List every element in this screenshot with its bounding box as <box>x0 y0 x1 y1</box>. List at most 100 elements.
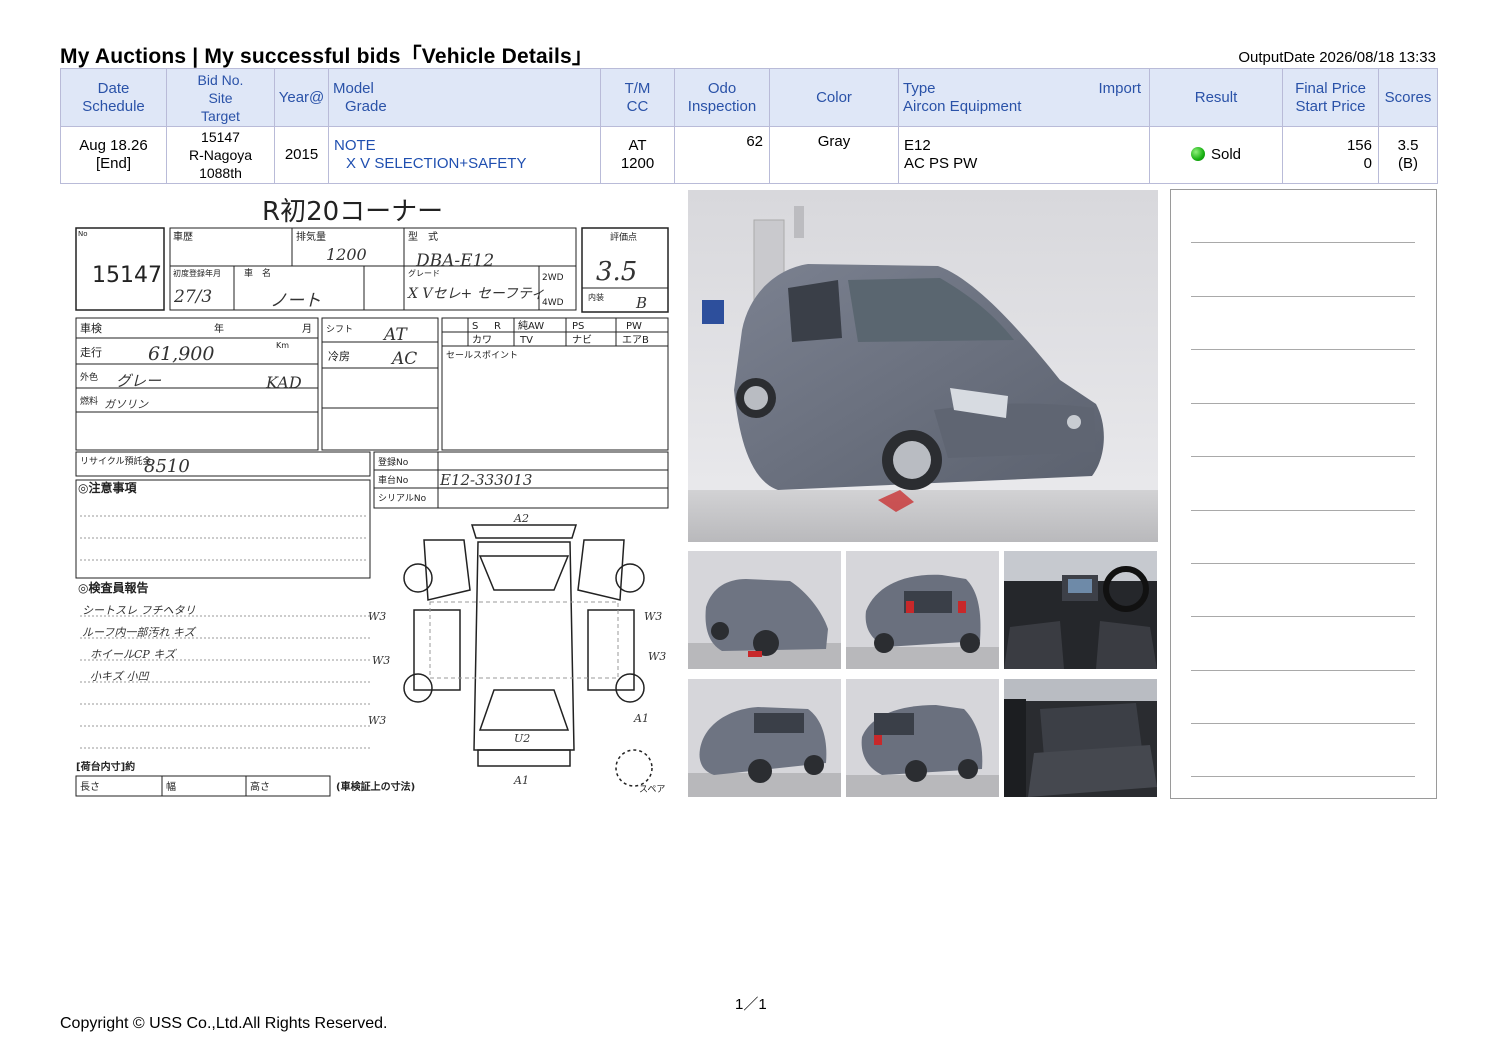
page-number: 1／1 <box>735 996 767 1013</box>
svg-text:シフト: シフト <box>326 325 353 335</box>
grade-link: X V SELECTION+SAFETY <box>346 155 527 172</box>
svg-text:◎注意事項: ◎注意事項 <box>78 480 137 495</box>
svg-text:TV: TV <box>519 335 533 346</box>
svg-text:車台No: 車台No <box>378 474 409 486</box>
vehicle-thumb-3[interactable] <box>1004 551 1157 669</box>
svg-text:X Vセレ+ セーフティ: X Vセレ+ セーフティ <box>407 286 545 302</box>
header-import: Import <box>1098 80 1141 97</box>
note-line <box>1191 670 1415 671</box>
auction-sheet-image[interactable]: R初20コーナー No 15147 車歴 排気量 型 式 評価点 初度登録年月 … <box>74 190 672 798</box>
svg-text:スペア: スペア <box>639 785 665 795</box>
header-odo[interactable]: Odo Inspection <box>674 68 770 127</box>
svg-text:排気量: 排気量 <box>296 230 326 243</box>
svg-text:AC: AC <box>390 349 417 369</box>
vehicle-thumb-2[interactable] <box>846 551 999 669</box>
model-link: NOTE <box>334 137 376 154</box>
note-line <box>1191 776 1415 777</box>
note-line <box>1191 616 1415 617</box>
svg-text:車 名: 車 名 <box>244 267 271 279</box>
svg-text:U2: U2 <box>514 732 530 745</box>
note-line <box>1191 296 1415 297</box>
vehicle-main-photo[interactable] <box>688 190 1158 542</box>
note-line <box>1191 563 1415 564</box>
svg-text:グレー: グレー <box>116 372 162 390</box>
svg-text:A1: A1 <box>633 712 649 725</box>
svg-text:ルーフ内一部汚れ キズ: ルーフ内一部汚れ キズ <box>82 626 197 639</box>
svg-text:A2: A2 <box>513 512 529 525</box>
header-result[interactable]: Result <box>1149 68 1283 127</box>
svg-text:W3: W3 <box>368 610 386 623</box>
cell-year: 2015 <box>274 126 329 184</box>
svg-text:2WD: 2WD <box>542 273 564 283</box>
svg-text:8510: 8510 <box>144 456 190 477</box>
svg-text:(車検証上の寸法): (車検証上の寸法) <box>336 780 415 793</box>
cell-tm: AT 1200 <box>600 126 675 184</box>
svg-text:PS: PS <box>572 321 584 332</box>
vehicle-thumb-6[interactable] <box>1004 679 1157 797</box>
svg-text:純AW: 純AW <box>518 319 544 332</box>
sold-status-icon <box>1190 147 1205 161</box>
svg-text:登録No: 登録No <box>378 456 409 468</box>
svg-text:月: 月 <box>302 323 312 335</box>
svg-text:PW: PW <box>626 321 642 332</box>
header-type[interactable]: Type Import Aircon Equipment <box>898 68 1150 127</box>
svg-text:車歴: 車歴 <box>173 230 193 243</box>
svg-text:W3: W3 <box>372 654 390 667</box>
header-bid[interactable]: Bid No. Site Target <box>166 68 275 127</box>
vehicle-thumb-5[interactable] <box>846 679 999 797</box>
svg-text:A1: A1 <box>513 774 529 787</box>
svg-text:ガソリン: ガソリン <box>104 398 149 411</box>
header-price[interactable]: Final Price Start Price <box>1282 68 1379 127</box>
svg-text:◎検査員報告: ◎検査員報告 <box>78 580 148 595</box>
svg-text:高さ: 高さ <box>250 780 270 793</box>
svg-text:[荷台内寸]約: [荷台内寸]約 <box>76 760 135 773</box>
svg-text:4WD: 4WD <box>542 298 564 308</box>
cell-bid: 15147 R-Nagoya 1088th <box>166 126 275 184</box>
svg-text:W3: W3 <box>644 610 662 623</box>
note-line <box>1191 510 1415 511</box>
svg-text:ホイールCP キズ: ホイールCP キズ <box>90 648 177 661</box>
notes-panel <box>1170 189 1437 799</box>
note-line <box>1191 723 1415 724</box>
header-scores[interactable]: Scores <box>1378 68 1438 127</box>
svg-text:KAD: KAD <box>265 373 302 392</box>
header-year[interactable]: Year@ <box>274 68 329 127</box>
svg-text:Km: Km <box>276 341 289 350</box>
svg-text:ナビ: ナビ <box>572 334 592 346</box>
svg-text:No: No <box>78 230 88 238</box>
svg-text:冷房: 冷房 <box>328 350 350 363</box>
note-line <box>1191 349 1415 350</box>
vehicle-summary-table: Date Schedule Bid No. Site Target Year@ Mod… <box>60 68 1438 184</box>
svg-text:DBA-E12: DBA-E12 <box>415 251 494 271</box>
note-line <box>1191 456 1415 457</box>
svg-text:内装: 内装 <box>588 292 604 302</box>
svg-text:車検: 車検 <box>80 321 102 335</box>
cell-type: E12 AC PS PW <box>898 126 1150 184</box>
svg-text:ノート: ノート <box>270 291 321 311</box>
svg-text:1200: 1200 <box>326 245 367 264</box>
cell-score: 3.5 (B) <box>1378 126 1438 184</box>
header-tm[interactable]: T/M CC <box>600 68 675 127</box>
svg-text:長さ: 長さ <box>80 781 100 793</box>
vehicle-thumb-1[interactable] <box>688 551 841 669</box>
svg-text:初度登録年月: 初度登録年月 <box>173 268 221 278</box>
cell-model[interactable]: NOTE X V SELECTION+SAFETY <box>328 126 601 184</box>
table-row: Aug 18.26 [End] 15147 R-Nagoya 1088th 2015 … <box>60 126 1438 184</box>
svg-text:AT: AT <box>382 325 408 345</box>
header-date[interactable]: Date Schedule <box>60 68 167 127</box>
cell-result: Sold <box>1149 126 1283 184</box>
svg-text:小キズ 小凹: 小キズ 小凹 <box>90 670 149 683</box>
copyright: Copyright © USS Co.,Ltd.All Rights Reser… <box>60 1015 388 1032</box>
svg-text:カワ: カワ <box>472 334 492 346</box>
svg-text:W3: W3 <box>368 714 386 727</box>
svg-text:外色: 外色 <box>80 371 98 383</box>
output-date: OutputDate 2026/08/18 13:33 <box>1238 49 1436 66</box>
header-color[interactable]: Color <box>769 68 899 127</box>
status-badge: Sold <box>1210 146 1242 163</box>
svg-text:燃料: 燃料 <box>80 395 98 407</box>
vehicle-thumb-4[interactable] <box>688 679 841 797</box>
svg-text:セールスポイント: セールスポイント <box>446 350 518 361</box>
svg-text:エアB: エアB <box>622 335 649 346</box>
sheet-lot-no: 15147 <box>92 263 162 288</box>
header-model[interactable]: Model Grade <box>328 68 601 127</box>
